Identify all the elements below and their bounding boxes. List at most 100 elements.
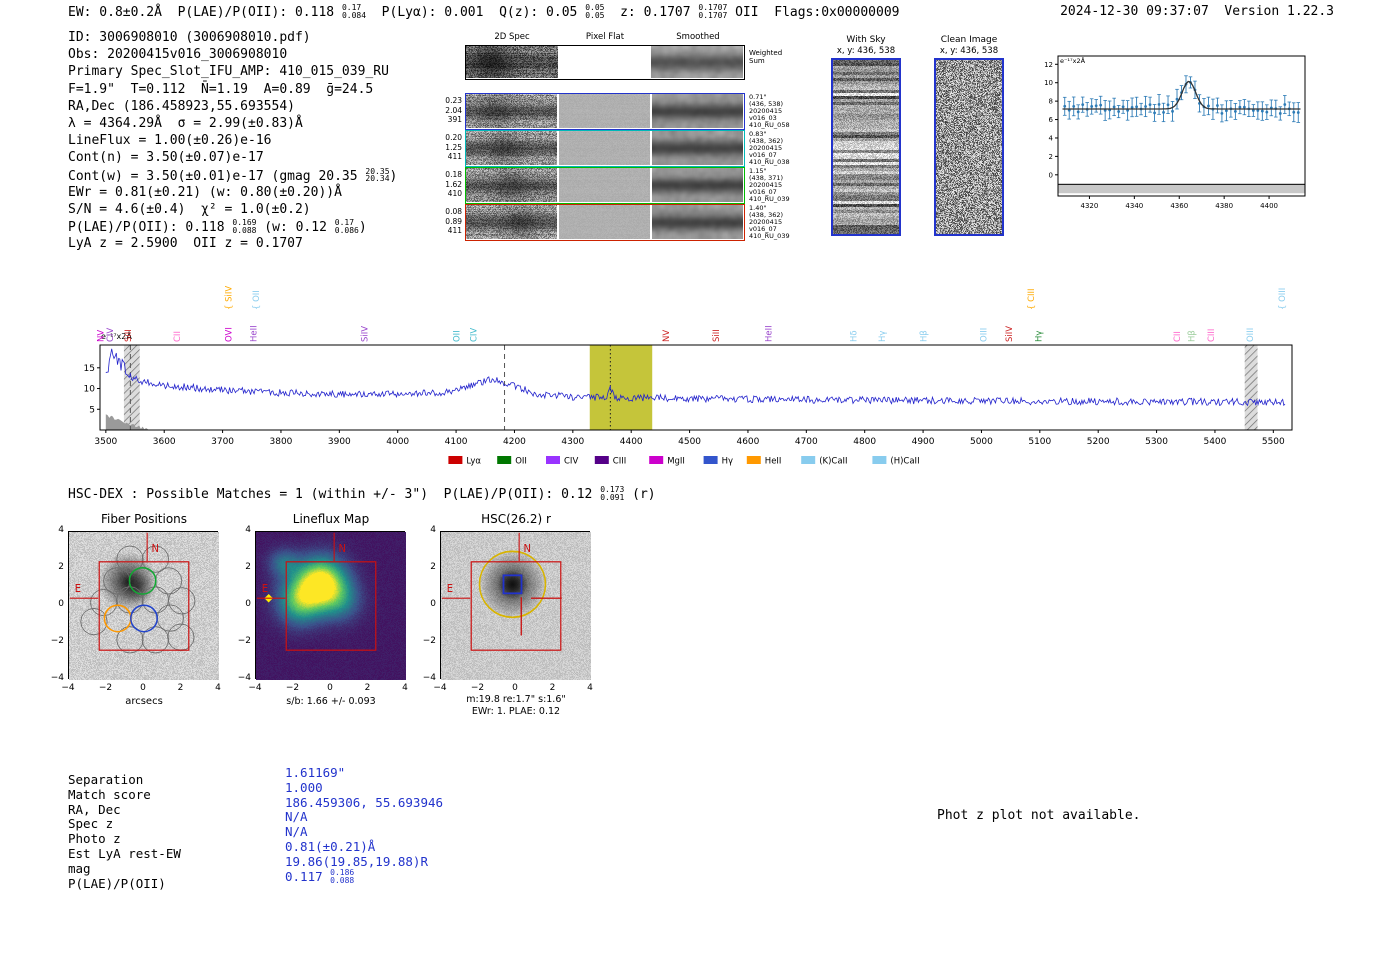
spec2d-flat-image [559,168,650,202]
cutout-xtick-label: −4 [61,683,75,693]
text-segment: EWr = 0.81(±0.21) (w: 0.80(±0.20))Å [68,184,342,200]
axes-frame [99,344,1293,431]
weighted-smoothed-image [651,46,743,78]
text-segment: (w: 0.12 [256,219,335,235]
spec2d-column-title: Smoothed [676,32,720,42]
emission-line-label: CIII [1207,329,1217,342]
cutout-ytick-label: 2 [430,562,436,572]
xtick-label: 4600 [736,437,759,447]
spec2d-2d-image [466,168,557,202]
emission-line-label: CII [1173,331,1183,342]
match-row-value: 186.459306, 55.693946 [285,794,444,810]
fiber-positions-image [69,532,219,680]
lineflux-caption: s/b: 1.66 +/- 0.093 [286,696,376,707]
cutout-xtick-label: 2 [549,683,556,693]
emission-line-label: CIV [106,328,116,342]
legend-label: (H)CaII [890,457,919,467]
emission-line-label: OVI [224,327,234,342]
stacked-value: 0.1707 0.1707 [698,3,728,20]
emission-line-label: Hγ [878,331,888,342]
info-line: Primary Spec_Slot_IFU_AMP: 410_015_039_R… [68,64,397,81]
cutout-ytick-label: −2 [50,636,64,646]
spec2d-row [465,130,745,167]
cutout-ytick-label: 0 [430,599,436,609]
spec2d-row [465,204,745,241]
ytick-label: 10 [84,385,96,395]
data-point [1283,103,1287,106]
match-row-label: Photo z [68,831,121,847]
ytick-label: 12 [1044,61,1053,69]
data-point [1238,105,1242,109]
spec2d-row-right-label: 0.83" (438, 362) 20200415 v016_07 410_RU_038 [749,130,790,166]
data-point [1242,105,1246,109]
emission-line-label: { CIII [1027,288,1037,310]
text-segment: F=1.9" T=0.112 N̄=1.19 A=0.89 ḡ=24.5 [68,81,374,97]
emission-line-label: NV [662,330,672,342]
text-segment: ID: 3006908010 (3006908010.pdf) [68,30,311,45]
text-segment: Cont(n) = 3.50(±0.07)e-17 [68,150,264,166]
cutout-xtick-label: −2 [470,683,485,693]
emission-line-label: SiIV [360,326,370,342]
emission-line-label: HeII [249,325,259,342]
match-row-label: P(LAE)/P(OII) [68,875,166,891]
data-point [1099,103,1103,107]
data-point [1121,105,1125,109]
legend-label: CIV [564,457,578,467]
cutout-xtick-label: −4 [248,683,262,693]
cutout-xtick-label: 4 [215,683,221,693]
cutout-xtick-label: 0 [327,683,333,693]
xtick-label: 4100 [445,437,468,447]
xtick-label: 4400 [1260,202,1278,210]
ytick-label: 10 [1044,79,1053,87]
info-line: P(LAE)/P(OII): 0.118 0.169 0.088 (w: 0.12… [68,219,397,236]
data-point [1081,103,1085,107]
ytick-label: 0 [1049,171,1053,179]
masked-region [123,345,140,430]
spec2d-row-right-label: 0.71" (436, 538) 20200415 v016_03 410_RU_058 [749,93,790,129]
cutout-ytick-label: 2 [245,562,251,572]
cutout-xtick-label: −2 [98,683,113,693]
text-segment: OII Flags:0x00000009 [727,4,900,20]
data-point [1278,112,1282,115]
data-point [1063,104,1067,108]
data-point [1117,110,1121,113]
emission-line-label: Hβ [920,330,930,342]
info-line: LineFlux = 1.00(±0.26)e-16 [68,133,397,150]
data-point [1148,103,1152,107]
info-line: Obs: 20200415v016_3006908010 [68,47,397,64]
data-point [1296,111,1300,114]
arcsecs-axis-label: arcsecs [125,696,163,707]
hsc-caption-line1: m:19.8 re:1.7" s:1.6" [466,694,566,705]
masked-region [1244,345,1258,430]
match-table: Separation 1.61169" Match score 1.000 RA, De… [68,765,588,902]
legend-swatch [746,456,761,464]
spec2d-row-right-label: 1.15" (438, 371) 20200415 v016_07 410_RU_039 [749,167,790,203]
ytick-label: 4 [1049,134,1054,142]
cutout-ytick-label: 4 [58,525,64,535]
legend-label: HeII [765,457,782,467]
xtick-label: 4900 [912,437,935,447]
data-point [1233,110,1237,113]
emission-line-label: CIV [470,328,480,342]
info-line: Cont(n) = 3.50(±0.07)e-17 [68,150,397,167]
xtick-label: 4300 [561,437,584,447]
legend-label: Hγ [722,457,733,467]
xtick-label: 3700 [211,437,234,447]
summary-header: EW: 0.8±0.2Å P(LAE)/P(OII): 0.118 0.17 0.… [68,4,899,20]
xtick-label: 5500 [1262,437,1285,447]
legend-label: (K)CaII [819,457,847,467]
full-spectrum-plot: 3500 3600 3700 3800 3900 4000 4100 4200 4300 4400… [84,286,1293,467]
data-point [1153,111,1156,115]
cutout-ytick-label: −4 [237,673,251,683]
spec2d-flat-image [559,205,650,239]
info-line: λ = 4364.29Å σ = 2.99(±0.83)Å [68,116,397,133]
text-segment: Primary Spec_Slot_IFU_AMP: 410_015_039_R… [68,64,389,80]
info-line: LyA z = 2.5900 OII z = 0.1707 [68,236,397,253]
match-row-label: RA, Dec [68,801,121,817]
ytick-label: 8 [1049,98,1053,106]
spec2d-row-right-label: 1.40" (438, 362) 20200415 v016_07 410_RU_039 [749,204,790,240]
data-point [1225,109,1228,113]
spec2d-smoothed-image [652,131,743,165]
xtick-label: 5100 [1028,437,1051,447]
stacked-value: 0.17 0.086 [334,218,359,235]
